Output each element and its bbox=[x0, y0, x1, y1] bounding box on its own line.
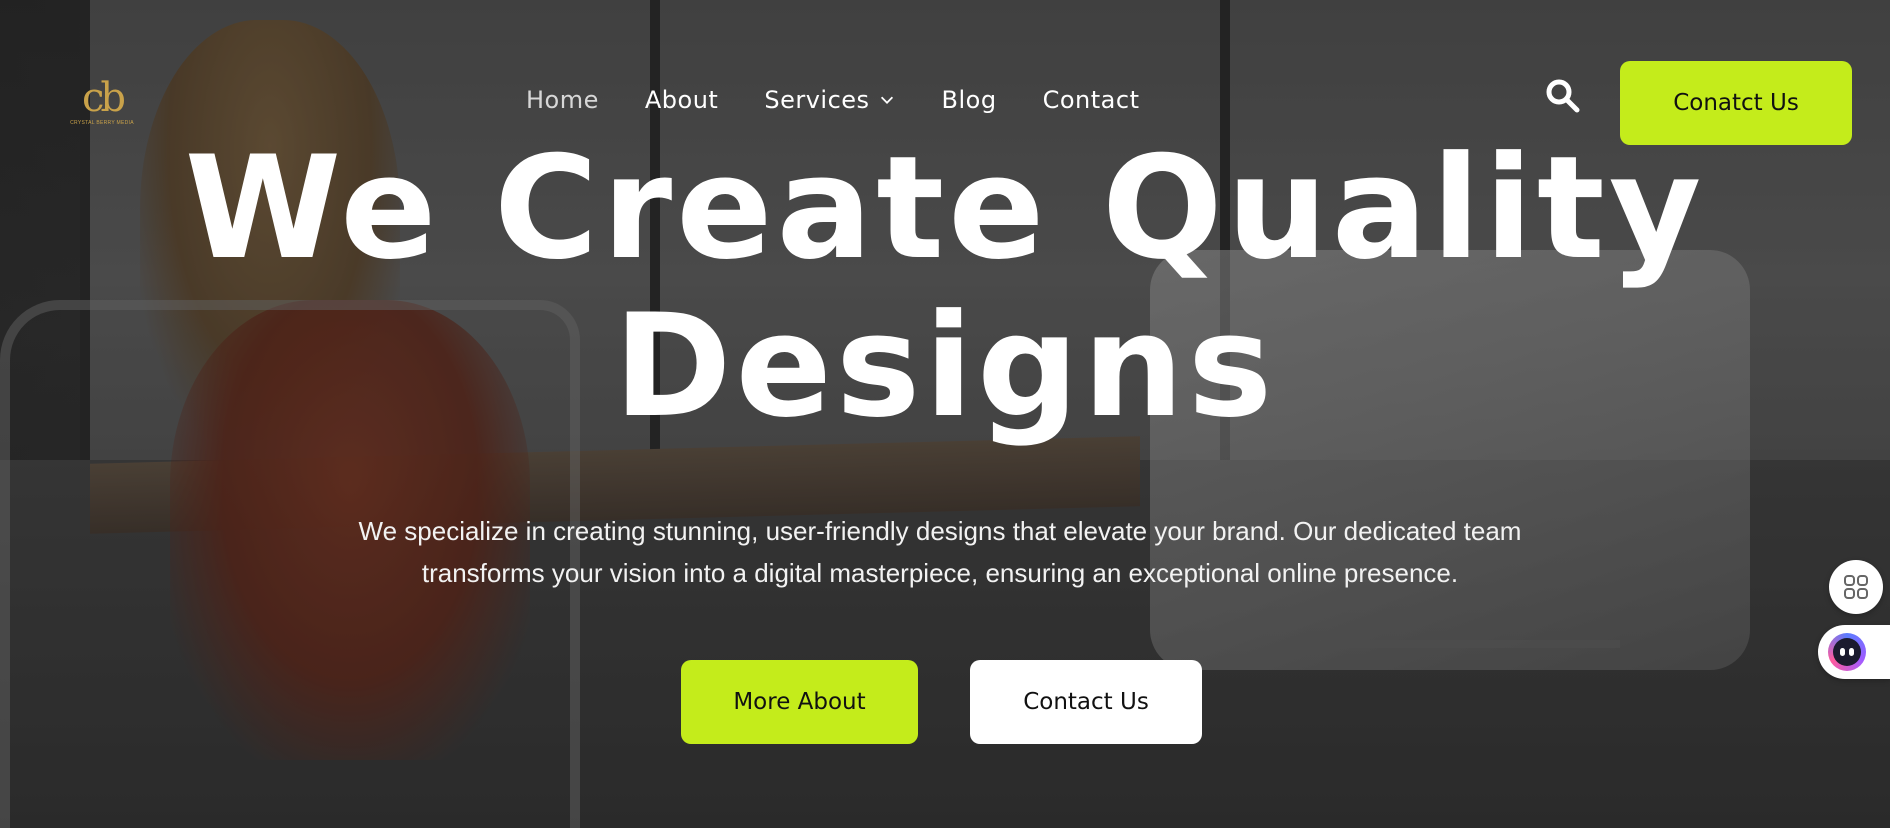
nav-item-label: Contact bbox=[1042, 86, 1140, 114]
nav-item-label: Home bbox=[526, 86, 599, 114]
more-about-button[interactable]: More About bbox=[681, 660, 918, 744]
hero-subtitle: We specialize in creating stunning, user… bbox=[358, 516, 1522, 588]
hero-title-line-2: Designs bbox=[613, 284, 1277, 449]
hero-title: We Create Quality Designs bbox=[0, 130, 1890, 446]
site-logo[interactable]: cb CRYSTAL BERRY MEDIA bbox=[62, 78, 142, 126]
apps-grid-icon bbox=[1844, 575, 1868, 599]
chatbot-icon bbox=[1828, 633, 1866, 671]
nav-item-label: Blog bbox=[941, 86, 997, 114]
hero-title-line-1: We Create Quality bbox=[184, 126, 1706, 291]
chatbot-widget-button[interactable] bbox=[1818, 625, 1890, 679]
logo-mark: cb bbox=[81, 75, 126, 121]
search-icon[interactable] bbox=[1545, 78, 1581, 114]
nav-item-services[interactable]: Services bbox=[764, 86, 895, 114]
main-nav: Home About Services Blog Contact bbox=[526, 84, 1185, 116]
nav-item-home[interactable]: Home bbox=[526, 86, 599, 114]
logo-tagline: CRYSTAL BERRY MEDIA bbox=[70, 120, 134, 126]
apps-widget-button[interactable] bbox=[1829, 560, 1883, 614]
nav-item-label: Services bbox=[764, 86, 870, 114]
contact-us-button[interactable]: Contact Us bbox=[970, 660, 1202, 744]
chevron-down-icon bbox=[880, 96, 893, 104]
nav-item-contact[interactable]: Contact bbox=[1043, 86, 1140, 114]
nav-item-blog[interactable]: Blog bbox=[942, 86, 997, 114]
nav-item-about[interactable]: About bbox=[645, 86, 718, 114]
nav-item-label: About bbox=[644, 86, 719, 114]
